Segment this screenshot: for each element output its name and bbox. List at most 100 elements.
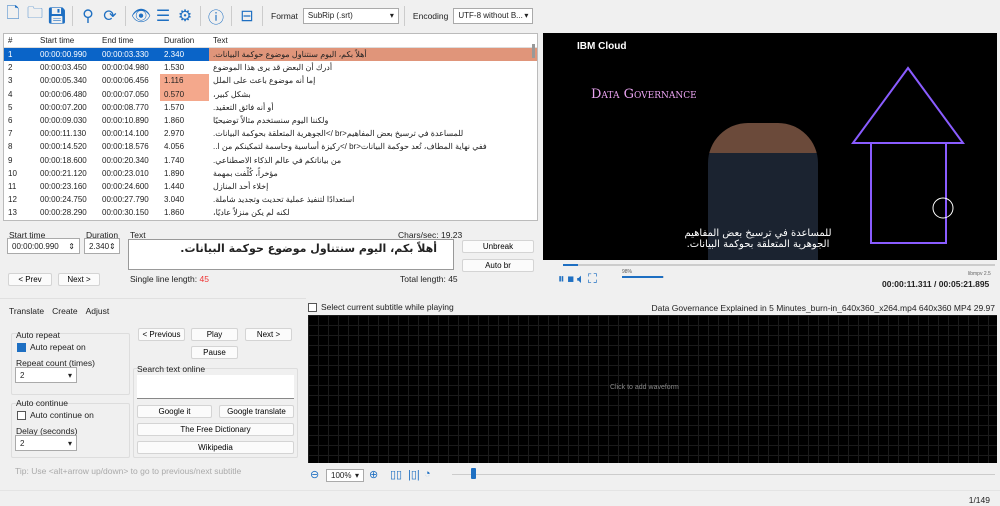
subtitle-text-editor[interactable]: أهلاً بكم، اليوم سنتناول موضوع حوكمة الب… <box>128 239 454 270</box>
cell-end: 00:00:18.576 <box>102 142 149 152</box>
search-icon[interactable]: ⚲ <box>78 5 98 27</box>
auto-repeat-on-label: Auto repeat on <box>30 342 86 352</box>
col-number[interactable]: # <box>4 34 36 47</box>
zoom-select[interactable]: 100% ▾ <box>326 469 364 482</box>
zoom-in-icon[interactable]: ⊕ <box>369 468 378 481</box>
table-row[interactable]: 12 00:00:24.750 00:00:27.790 3.040 استعدادًا… <box>4 193 537 206</box>
cell-end: 00:00:08.770 <box>102 102 149 112</box>
video-file-info: Data Governance Explained in 5 Minutes_b… <box>651 303 995 313</box>
spell-check-icon[interactable]: ☰ <box>153 5 173 27</box>
play-button[interactable]: Play <box>191 328 238 341</box>
table-row[interactable]: 3 00:00:05.340 00:00:06.456 1.116 إما أنه مو… <box>4 74 537 88</box>
duration-input[interactable]: 2.340 ⇕ <box>84 238 120 254</box>
video-seek-bar[interactable] <box>563 264 995 266</box>
tab-translate[interactable]: Translate <box>9 306 44 316</box>
col-end[interactable]: End time <box>98 34 160 47</box>
tab-create[interactable]: Create <box>52 306 78 316</box>
open-folder-icon[interactable]: 🗀 <box>25 5 45 27</box>
table-row[interactable]: 4 00:00:06.480 00:00:07.050 0.570 بشكل كبير، <box>4 87 537 101</box>
cell-text: بشكل كبير، <box>213 89 251 99</box>
cell-start: 00:00:11.130 <box>40 129 87 139</box>
previous-button[interactable]: < Previous <box>138 328 185 341</box>
search-text-input[interactable] <box>137 375 294 399</box>
table-row[interactable]: 7 00:00:11.130 00:00:14.100 2.970 للمساعدة ف… <box>4 127 537 140</box>
zoom-out-icon[interactable]: ⊖ <box>310 468 319 481</box>
cell-duration: 1.740 <box>164 155 185 165</box>
cell-text: لكنه لم يكن منزلاً عاديًا، <box>213 208 290 218</box>
col-start[interactable]: Start time <box>36 34 98 47</box>
table-row[interactable]: 5 00:00:07.200 00:00:08.770 1.570 أو أنه فائ… <box>4 101 537 114</box>
wikipedia-button[interactable]: Wikipedia <box>137 441 294 454</box>
pause-button[interactable]: Pause <box>191 346 238 359</box>
select-current-checkbox[interactable]: Select current subtitle while playing <box>308 302 454 313</box>
auto-br-button[interactable]: Auto br <box>462 259 534 272</box>
col-duration[interactable]: Duration <box>160 34 209 47</box>
cell-text: للمساعدة في ترسيخ بعض المفاهيم<br />الجو… <box>213 129 464 139</box>
format-value: SubRip (.srt) <box>307 11 353 20</box>
auto-continue-checkbox[interactable]: Auto continue on <box>17 410 94 421</box>
cell-number: 13 <box>8 208 17 218</box>
fullscreen-icon[interactable]: ⛶ <box>588 271 597 287</box>
center-icon[interactable]: |▯| <box>408 468 420 481</box>
single-line-label: Single line length: <box>130 274 198 284</box>
delay-select[interactable]: 2 ▾ <box>15 435 77 451</box>
google-translate-button[interactable]: Google translate <box>219 405 294 418</box>
col-text[interactable]: Text <box>209 34 537 47</box>
cell-number: 9 <box>8 155 13 165</box>
cell-duration: 1.570 <box>164 102 185 112</box>
prev-button[interactable]: < Prev <box>8 273 52 286</box>
next-button[interactable]: Next > <box>58 273 100 286</box>
waveform-area[interactable]: Click to add waveform <box>308 315 997 463</box>
cell-end: 00:00:20.340 <box>102 155 149 165</box>
start-time-input[interactable]: 00:00:00.990 ⇕ <box>7 238 80 254</box>
free-dictionary-button[interactable]: The Free Dictionary <box>137 423 294 436</box>
visual-sync-icon[interactable]: 👁︎ <box>131 5 151 27</box>
replace-icon[interactable]: ⟳ <box>100 5 120 27</box>
tab-adjust[interactable]: Adjust <box>86 306 110 316</box>
settings-gear-icon[interactable]: ⚙ <box>175 5 195 27</box>
single-line-length: Single line length: 45 <box>130 274 209 284</box>
help-icon[interactable]: ⓘ <box>206 5 226 27</box>
cell-start: 00:00:28.290 <box>40 208 87 218</box>
unbreak-button[interactable]: Unbreak <box>462 240 534 253</box>
split-icon[interactable]: ▯▯ <box>390 468 402 481</box>
cell-text: ولكننا اليوم سنستخدم مثالاً توضيحيًا <box>213 116 329 126</box>
video-player[interactable]: IBM Cloud Data Governance للمساعدة في تر… <box>543 33 997 260</box>
table-row[interactable]: 2 00:00:03.450 00:00:04.980 1.530 أدرك أن ال… <box>4 61 537 74</box>
speed-icon[interactable]: ◔ <box>424 468 431 480</box>
duration-value: 2.340 <box>89 241 110 251</box>
format-select[interactable]: SubRip (.srt) ▾ <box>302 7 399 24</box>
table-row[interactable]: 6 00:00:09.030 00:00:10.890 1.860 ولكننا الي… <box>4 114 537 127</box>
cell-number: 8 <box>8 142 13 152</box>
auto-continue-on-label: Auto continue on <box>30 410 94 420</box>
stop-icon[interactable]: ⏹ <box>568 271 575 287</box>
cell-end: 00:00:27.790 <box>102 195 149 205</box>
cell-start: 00:00:07.200 <box>40 102 87 112</box>
table-row[interactable]: 10 00:00:21.120 00:00:23.010 1.890 مؤخراً، ك… <box>4 167 537 180</box>
cell-text: مؤخراً، كُلِّفت بمهمة <box>213 168 278 178</box>
table-row[interactable]: 1 00:00:00.990 00:00:03.330 2.340 أهلاً بكم،… <box>4 48 537 62</box>
layout-icon[interactable]: ⊟ <box>237 5 257 27</box>
auto-repeat-checkbox[interactable]: Auto repeat on <box>17 342 86 353</box>
repeat-count-select[interactable]: 2 ▾ <box>15 367 77 383</box>
table-row[interactable]: 11 00:00:23.160 00:00:24.600 1.440 إخلاء أحد… <box>4 180 537 193</box>
next-subtitle-button[interactable]: Next > <box>245 328 292 341</box>
google-it-button[interactable]: Google it <box>137 405 212 418</box>
table-row[interactable]: 9 00:00:18.600 00:00:20.340 1.740 من بياناتك… <box>4 154 537 167</box>
pause-icon[interactable]: ⏸ <box>558 271 565 287</box>
subtitle-grid[interactable]: # Start time End time Duration Text 1 00:… <box>3 33 538 221</box>
table-row[interactable]: 13 00:00:28.290 00:00:30.150 1.860 لكنه لم ي… <box>4 206 537 219</box>
new-file-icon[interactable]: 🗋 <box>3 5 23 27</box>
subtitle-text-value: أهلاً بكم، اليوم سنتناول موضوع حوكمة الب… <box>180 242 437 255</box>
encoding-select[interactable]: UTF-8 without B... ▾ <box>453 7 534 24</box>
cell-start: 00:00:00.990 <box>36 48 98 62</box>
encoding-value: UTF-8 without B... <box>458 11 523 20</box>
save-icon[interactable]: 💾︎ <box>47 5 67 27</box>
auto-continue-label: Auto continue <box>16 398 68 408</box>
volume-icon[interactable]: 🔈︎ <box>577 271 585 287</box>
waveform-position-slider[interactable] <box>452 474 995 475</box>
volume-slider[interactable] <box>622 276 664 278</box>
cell-duration: 1.890 <box>164 168 185 178</box>
table-row[interactable]: 8 00:00:14.520 00:00:18.576 4.056 ففي نهاية … <box>4 140 537 153</box>
waveform-slider-thumb[interactable] <box>471 468 476 479</box>
